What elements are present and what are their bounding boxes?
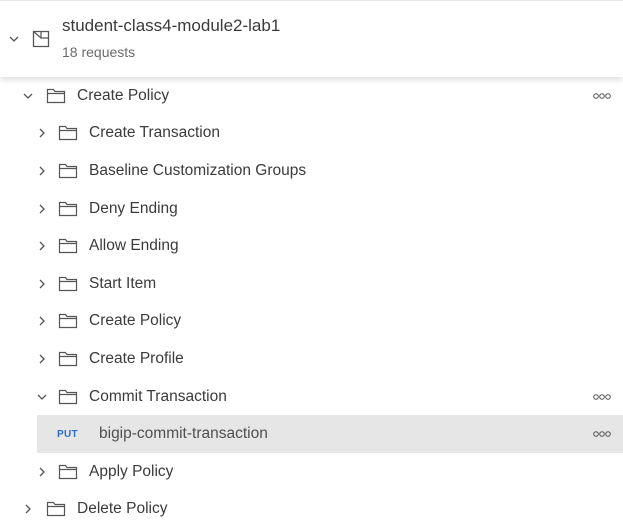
folder-label: Create Profile — [89, 349, 184, 367]
folder-label: Delete Policy — [77, 500, 168, 518]
more-options-icon[interactable] — [593, 430, 611, 438]
collection-name[interactable]: student-class4-module2-lab1 — [62, 16, 280, 36]
chevron-right-icon[interactable] — [36, 127, 48, 139]
chevron-down-icon[interactable] — [8, 33, 20, 45]
folder-label: Create Policy — [89, 312, 182, 330]
collection-header[interactable]: student-class4-module2-lab1 18 requests — [0, 0, 623, 77]
folder-label: Allow Ending — [89, 237, 179, 255]
folder-icon — [58, 162, 78, 180]
chevron-down-icon[interactable] — [36, 391, 48, 403]
folder-icon — [58, 275, 78, 293]
folder-icon — [46, 87, 66, 105]
folder-label: Create Policy — [77, 86, 170, 104]
folder-icon — [58, 200, 78, 218]
folder-create-policy-root[interactable]: Create Policy — [0, 77, 623, 115]
folder-label: Create Transaction — [89, 124, 220, 142]
folder-icon — [58, 237, 78, 255]
folder-icon — [58, 312, 78, 330]
chevron-right-icon[interactable] — [36, 240, 48, 252]
request-bigip-commit-transaction[interactable]: PUT bigip-commit-transaction — [37, 415, 623, 453]
folder-label: Baseline Customization Groups — [89, 161, 307, 179]
more-options-icon[interactable] — [593, 92, 611, 100]
folder-create-profile[interactable]: Create Profile — [0, 340, 623, 378]
more-options-icon[interactable] — [593, 393, 611, 401]
folder-label: Deny Ending — [89, 199, 178, 217]
folder-allow-ending[interactable]: Allow Ending — [0, 227, 623, 265]
chevron-right-icon[interactable] — [36, 278, 48, 290]
chevron-right-icon[interactable] — [36, 315, 48, 327]
folder-icon — [58, 124, 78, 142]
chevron-right-icon[interactable] — [36, 353, 48, 365]
folder-apply-policy[interactable]: Apply Policy — [0, 453, 623, 491]
folder-icon — [58, 388, 78, 406]
chevron-down-icon[interactable] — [22, 90, 34, 102]
chevron-right-icon[interactable] — [22, 503, 34, 515]
folder-commit-transaction[interactable]: Commit Transaction — [0, 378, 623, 416]
request-count: 18 requests — [62, 44, 136, 60]
chevron-right-icon[interactable] — [36, 165, 48, 177]
folder-icon — [58, 350, 78, 368]
method-badge: PUT — [57, 428, 78, 440]
folder-icon — [58, 463, 78, 481]
folder-baseline-customization-groups[interactable]: Baseline Customization Groups — [0, 152, 623, 190]
collection-tree: Create Policy Create Transaction Baselin… — [0, 77, 623, 527]
folder-label: Start Item — [89, 274, 157, 292]
folder-create-policy[interactable]: Create Policy — [0, 303, 623, 341]
folder-create-transaction[interactable]: Create Transaction — [0, 115, 623, 153]
chevron-right-icon[interactable] — [36, 203, 48, 215]
folder-start-item[interactable]: Start Item — [0, 265, 623, 303]
sidebar-panel: student-class4-module2-lab1 18 requests … — [0, 0, 623, 527]
folder-label: Commit Transaction — [89, 387, 227, 405]
folder-icon — [46, 500, 66, 518]
folder-delete-policy[interactable]: Delete Policy — [0, 491, 623, 527]
folder-label: Apply Policy — [89, 462, 174, 480]
request-label: bigip-commit-transaction — [99, 425, 268, 443]
folder-deny-ending[interactable]: Deny Ending — [0, 190, 623, 228]
chevron-right-icon[interactable] — [36, 466, 48, 478]
collection-icon — [31, 29, 51, 49]
